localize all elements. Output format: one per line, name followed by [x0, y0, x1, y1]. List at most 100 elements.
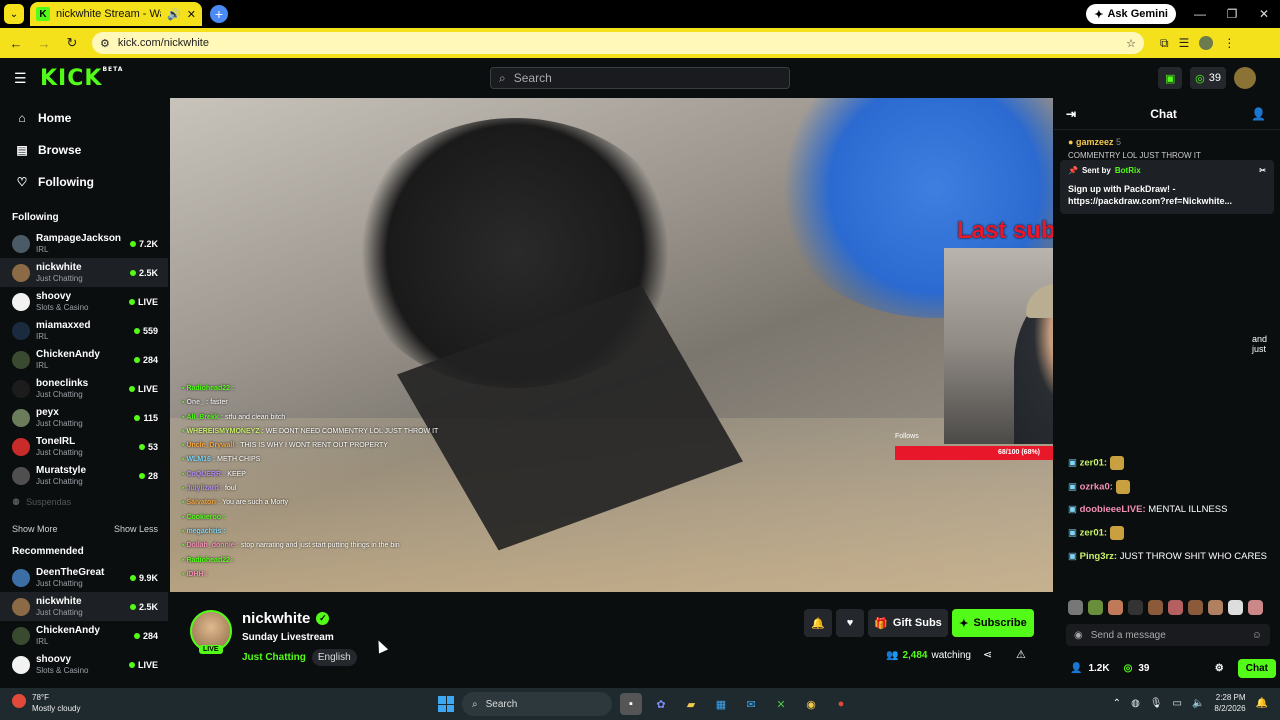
- notifications-icon[interactable]: 🔔: [1256, 698, 1268, 709]
- overlay-chat-user: Radiohead22 :: [186, 556, 235, 564]
- xbox-icon[interactable]: ✕: [770, 693, 792, 715]
- chat-username[interactable]: zer01:: [1080, 528, 1107, 539]
- video-player[interactable]: ▪ Radiohead22 : ▪ One_ : faster ▪ Ali_Bre…: [170, 98, 1053, 592]
- chat-username[interactable]: gamzeez: [1076, 137, 1114, 147]
- browser-menu-icon[interactable]: ⋮: [1223, 36, 1235, 51]
- browser-tab[interactable]: K nickwhite Stream - Watch L 🔊 ✕: [30, 2, 202, 26]
- language-tag[interactable]: English: [311, 649, 357, 666]
- chat-username[interactable]: ozrka0:: [1080, 481, 1113, 492]
- chat-message-input[interactable]: ◉ Send a message ☺: [1066, 624, 1270, 646]
- reading-list-icon[interactable]: ☰: [1179, 36, 1190, 51]
- stream-category-link[interactable]: Just Chatting: [242, 652, 306, 663]
- ask-gemini-button[interactable]: ✦ Ask Gemini: [1086, 4, 1176, 24]
- start-button[interactable]: [438, 696, 454, 712]
- channel-name[interactable]: nickwhite: [242, 610, 310, 627]
- dashboard-button[interactable]: ▣: [1158, 67, 1183, 89]
- user-avatar[interactable]: [1234, 67, 1256, 89]
- copilot-icon[interactable]: ✿: [650, 693, 672, 715]
- tab-close-icon[interactable]: ✕: [187, 8, 196, 21]
- display-icon[interactable]: ▭: [1173, 698, 1182, 709]
- nav-browse[interactable]: ▤ Browse: [0, 134, 168, 166]
- unpin-icon[interactable]: ✂: [1259, 166, 1266, 175]
- tab-search-icon[interactable]: ⌄: [4, 4, 24, 24]
- share-icon[interactable]: ⋖: [983, 648, 992, 661]
- emote-icon[interactable]: [1228, 600, 1243, 615]
- audio-icon[interactable]: 🔊: [167, 8, 181, 21]
- suspended-item[interactable]: ⚉ Suspendas: [0, 490, 168, 514]
- chat-users-icon[interactable]: 👤: [1251, 107, 1266, 121]
- close-window-icon[interactable]: ✕: [1248, 0, 1280, 28]
- reload-icon[interactable]: ↻: [60, 35, 84, 51]
- chrome-icon[interactable]: ◉: [800, 693, 822, 715]
- show-less-link[interactable]: Show Less: [114, 524, 158, 534]
- follow-heart-button[interactable]: ♥: [836, 609, 864, 637]
- chat-username[interactable]: zer01:: [1080, 458, 1107, 469]
- emote-icon[interactable]: [1188, 600, 1203, 615]
- emote-icon[interactable]: [1128, 600, 1143, 615]
- new-tab-button[interactable]: +: [210, 5, 228, 23]
- sidebar-channel-rampagejackson[interactable]: RampageJackson IRL 7.2K: [0, 229, 168, 258]
- emote-icon[interactable]: [1088, 600, 1103, 615]
- taskbar-search[interactable]: ⌕ Search: [462, 692, 612, 716]
- network-icon[interactable]: ◍: [1131, 698, 1140, 709]
- outlook-icon[interactable]: ✉: [740, 693, 762, 715]
- sidebar-channel-nickwhite[interactable]: nickwhite Just Chatting 2.5K: [0, 258, 168, 287]
- forward-icon[interactable]: →: [32, 36, 56, 51]
- chat-gear-icon[interactable]: ⚙: [1215, 663, 1224, 674]
- sidebar-channel-chickenandy[interactable]: ChickenAndy IRL 284: [0, 621, 168, 650]
- channel-avatar: [12, 379, 30, 398]
- sidebar-channel-peyx[interactable]: peyx Just Chatting 115: [0, 403, 168, 432]
- sidebar-channel-chickenandy[interactable]: ChickenAndy IRL 284: [0, 345, 168, 374]
- sidebar-channel-deenthegreat[interactable]: DeenTheGreat Just Chatting 9.9K: [0, 563, 168, 592]
- chat-username[interactable]: Ping3rz:: [1080, 551, 1117, 562]
- site-info-icon[interactable]: ⚙: [100, 37, 110, 50]
- points-button[interactable]: ◎ 39: [1190, 67, 1226, 89]
- bookmark-star-icon[interactable]: ☆: [1126, 37, 1136, 50]
- hamburger-menu-icon[interactable]: ☰: [14, 70, 27, 87]
- sidebar-channel-boneclinks[interactable]: boneclinks Just Chatting LIVE: [0, 374, 168, 403]
- obs-icon[interactable]: ●: [830, 693, 852, 715]
- emote-icon[interactable]: [1068, 600, 1083, 615]
- file-explorer-icon[interactable]: ▰: [680, 693, 702, 715]
- weather-widget[interactable]: 78°F Mostly cloudy: [12, 692, 80, 714]
- nav-following[interactable]: ♡ Following: [0, 166, 168, 198]
- send-chat-button[interactable]: Chat: [1237, 659, 1276, 678]
- back-icon[interactable]: ←: [4, 36, 28, 51]
- chat-username[interactable]: doobieeeLIVE:: [1080, 504, 1146, 515]
- emoji-icon[interactable]: ☺: [1252, 630, 1262, 641]
- emote-icon[interactable]: [1108, 600, 1123, 615]
- tray-overflow-icon[interactable]: ⌃: [1113, 698, 1121, 709]
- nav-home[interactable]: ⌂ Home: [0, 102, 168, 134]
- task-view-icon[interactable]: ▪: [620, 693, 642, 715]
- profile-avatar[interactable]: [1199, 35, 1214, 50]
- minimize-icon[interactable]: —: [1184, 0, 1216, 28]
- emote-icon[interactable]: [1248, 600, 1263, 615]
- emote-icon[interactable]: [1168, 600, 1183, 615]
- sidebar-channel-shoovy[interactable]: shoovy Slots & Casino LIVE: [0, 287, 168, 316]
- store-icon[interactable]: ▦: [710, 693, 732, 715]
- url-field[interactable]: ⚙ kick.com/nickwhite ☆: [92, 32, 1144, 54]
- clock[interactable]: 2:28 PM 8/2/2026: [1214, 692, 1245, 714]
- kick-logo[interactable]: KICKBETA: [40, 66, 123, 91]
- subscribe-button[interactable]: ✦ Subscribe: [952, 609, 1034, 637]
- mic-icon[interactable]: 🎙: [1150, 698, 1163, 709]
- gift-subs-button[interactable]: 🎁 Gift Subs: [868, 609, 948, 637]
- report-icon[interactable]: ⚠: [1016, 648, 1026, 661]
- pinned-message-text[interactable]: Sign up with PackDraw! - https://packdra…: [1068, 183, 1266, 207]
- sidebar-channel-shoovy[interactable]: shoovy Slots & Casino LIVE: [0, 650, 168, 679]
- chat-settings-icon[interactable]: ◉: [1074, 630, 1083, 641]
- extensions-icon[interactable]: ⧉: [1160, 36, 1169, 51]
- sidebar-channel-nickwhite[interactable]: nickwhite Just Chatting 2.5K: [0, 592, 168, 621]
- sidebar-channel-toneirl[interactable]: ToneIRL Just Chatting 53: [0, 432, 168, 461]
- volume-icon[interactable]: 🔈: [1192, 698, 1204, 709]
- pinned-bot-name[interactable]: BotRix: [1115, 166, 1141, 175]
- emote-icon[interactable]: [1208, 600, 1223, 615]
- emote-icon[interactable]: [1148, 600, 1163, 615]
- restore-icon[interactable]: ❐: [1216, 0, 1248, 28]
- site-search-input[interactable]: ⌕ Search: [490, 67, 790, 89]
- sidebar-channel-muratstyle[interactable]: Muratstyle Just Chatting 28: [0, 461, 168, 490]
- collapse-chat-icon[interactable]: ⇥: [1066, 107, 1076, 121]
- notification-bell-button[interactable]: 🔔: [804, 609, 832, 637]
- show-more-link[interactable]: Show More: [12, 524, 58, 534]
- sidebar-channel-miamaxxed[interactable]: miamaxxed IRL 559: [0, 316, 168, 345]
